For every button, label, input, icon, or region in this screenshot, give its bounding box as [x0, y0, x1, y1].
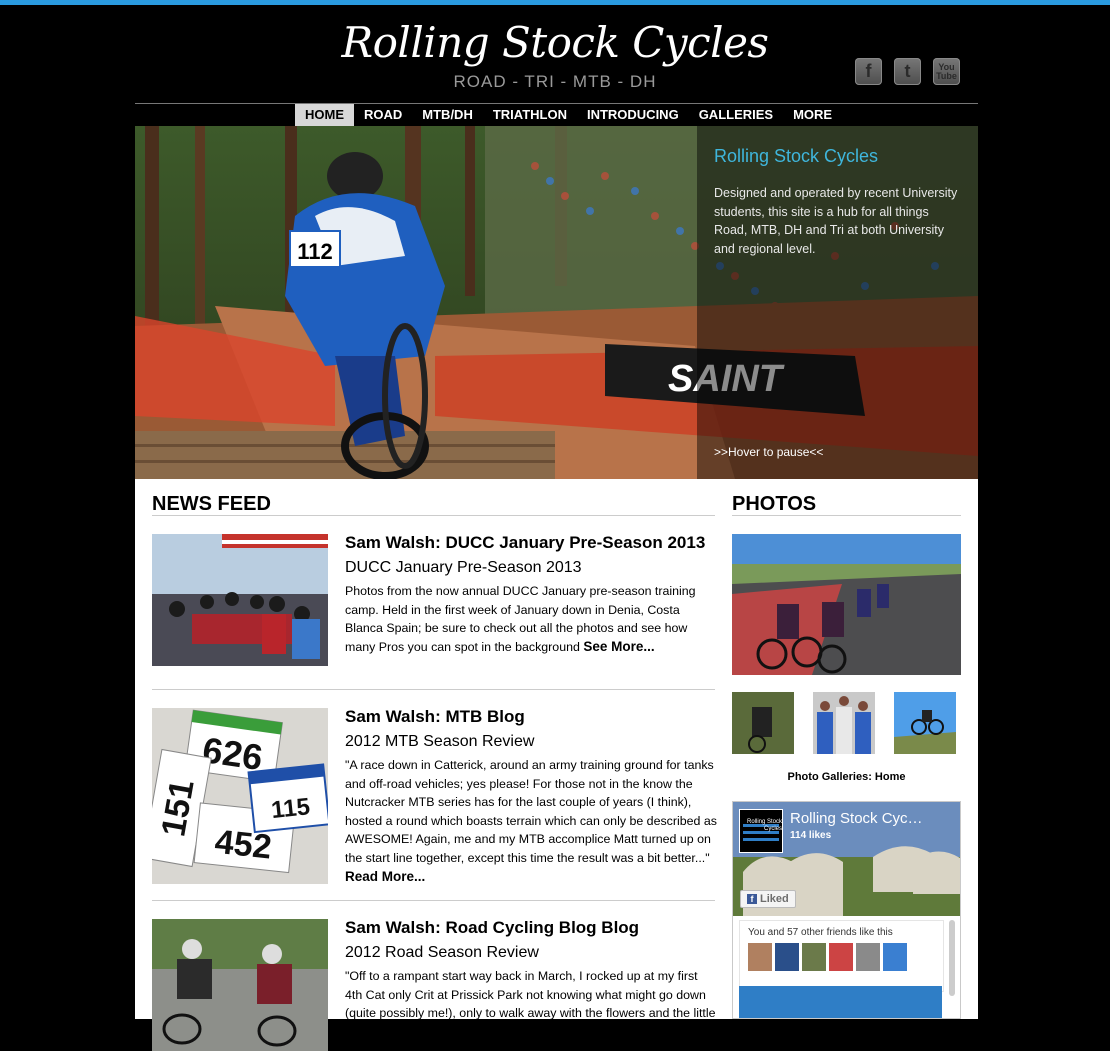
facebook-icon: f: [747, 894, 757, 904]
see-more-link[interactable]: See More...: [583, 639, 654, 654]
facebook-logo-text: Rolling Stock Cycles: [746, 819, 782, 832]
post-title[interactable]: Sam Walsh: DUCC January Pre-Season 2013: [345, 534, 717, 551]
hero-title: Rolling Stock Cycles: [714, 146, 879, 166]
post-separator: [152, 900, 715, 901]
nav-galleries[interactable]: GALLERIES: [689, 104, 783, 126]
race-plate-number: 115: [270, 793, 311, 824]
facebook-icon[interactable]: f: [855, 58, 882, 85]
site-logo[interactable]: Rolling Stock Cycles: [340, 18, 770, 67]
nav-home[interactable]: HOME: [295, 104, 354, 126]
youtube-icon[interactable]: You Tube: [933, 58, 960, 85]
avatar[interactable]: [829, 943, 853, 971]
facebook-like-count: 114 likes: [790, 830, 832, 841]
post-body: Sam Walsh: MTB Blog 2012 MTB Season Revi…: [345, 708, 717, 886]
post-separator: [152, 689, 715, 690]
post-excerpt-text: "A race down in Catterick, around an arm…: [345, 758, 717, 865]
news-post: 626 151 452 115 Sam Walsh: MTB Blog 2012…: [152, 708, 717, 888]
avatar[interactable]: [748, 943, 772, 971]
gallery-thumbnail[interactable]: [732, 692, 794, 754]
main-nav: HOME ROAD MTB/DH TRIATHLON INTRODUCING G…: [295, 104, 842, 126]
post-subtitle: 2012 Road Season Review: [345, 944, 539, 961]
facebook-page-name[interactable]: Rolling Stock Cyc…: [790, 810, 923, 827]
facebook-friend-avatars: [748, 943, 907, 971]
post-thumbnail[interactable]: [152, 534, 328, 666]
post-thumbnail[interactable]: [152, 919, 328, 1051]
news-feed-heading: NEWS FEED: [152, 493, 271, 515]
photos-heading-rule: [732, 515, 961, 516]
nav-introducing[interactable]: INTRODUCING: [577, 104, 689, 126]
avatar[interactable]: [802, 943, 826, 971]
facebook-like-box: Rolling Stock Cycles Rolling Stock Cyc… …: [732, 801, 961, 1019]
site-tagline: ROAD - TRI - MTB - DH: [453, 72, 657, 91]
post-title[interactable]: Sam Walsh: Road Cycling Blog Blog: [345, 919, 717, 936]
nav-mtb-dh[interactable]: MTB/DH: [412, 104, 483, 126]
photo-galleries-link[interactable]: Photo Galleries: Home: [732, 771, 961, 783]
featured-photo[interactable]: [732, 534, 961, 675]
news-post: Sam Walsh: Road Cycling Blog Blog 2012 R…: [152, 919, 716, 1051]
news-heading-rule: [152, 515, 715, 516]
avatar[interactable]: [775, 943, 799, 971]
post-excerpt: Photos from the now annual DUCC January …: [345, 582, 717, 656]
twitter-icon[interactable]: t: [894, 58, 921, 85]
facebook-liked-label: Liked: [760, 893, 789, 905]
post-excerpt: "Off to a rampant start way back in Marc…: [345, 969, 716, 1021]
facebook-liked-button[interactable]: f Liked: [740, 890, 796, 908]
facebook-scrollbar[interactable]: [949, 920, 955, 996]
news-post: Sam Walsh: DUCC January Pre-Season 2013 …: [152, 534, 715, 669]
facebook-friends-text: You and 57 other friends like this: [748, 927, 893, 938]
post-body: Sam Walsh: DUCC January Pre-Season 2013 …: [345, 534, 717, 656]
hero-caption-panel: [697, 126, 978, 479]
avatar[interactable]: [883, 943, 907, 971]
gallery-thumbnail[interactable]: [813, 692, 875, 754]
hero-pause-hint: >>Hover to pause<<: [714, 445, 824, 459]
hero-slideshow[interactable]: 112 SAINT Rolling Stock Cycles Designed …: [135, 126, 978, 479]
post-body: Sam Walsh: Road Cycling Blog Blog 2012 R…: [345, 919, 717, 1023]
nav-more[interactable]: MORE: [783, 104, 842, 126]
rider-bib-number: 112: [297, 239, 333, 264]
gallery-thumbnail[interactable]: [894, 692, 956, 754]
post-title[interactable]: Sam Walsh: MTB Blog: [345, 708, 717, 725]
main-content: NEWS FEED Sam Walsh: DUCC January Pre-Se…: [135, 479, 978, 1051]
read-more-link[interactable]: Read More...: [345, 869, 425, 884]
facebook-page-logo[interactable]: Rolling Stock Cycles: [739, 809, 783, 853]
nav-triathlon[interactable]: TRIATHLON: [483, 104, 577, 126]
post-excerpt: "A race down in Catterick, around an arm…: [345, 756, 717, 886]
hero-description: Designed and operated by recent Universi…: [714, 186, 958, 256]
avatar[interactable]: [856, 943, 880, 971]
photos-heading: PHOTOS: [732, 493, 817, 515]
post-subtitle: 2012 MTB Season Review: [345, 733, 535, 750]
nav-road[interactable]: ROAD: [354, 104, 412, 126]
facebook-friends-panel: You and 57 other friends like this: [739, 920, 944, 992]
post-thumbnail[interactable]: 626 151 452 115: [152, 708, 328, 884]
facebook-feed-image: [739, 986, 942, 1018]
post-subtitle: DUCC January Pre-Season 2013: [345, 559, 582, 576]
top-accent-bar: [0, 0, 1110, 5]
